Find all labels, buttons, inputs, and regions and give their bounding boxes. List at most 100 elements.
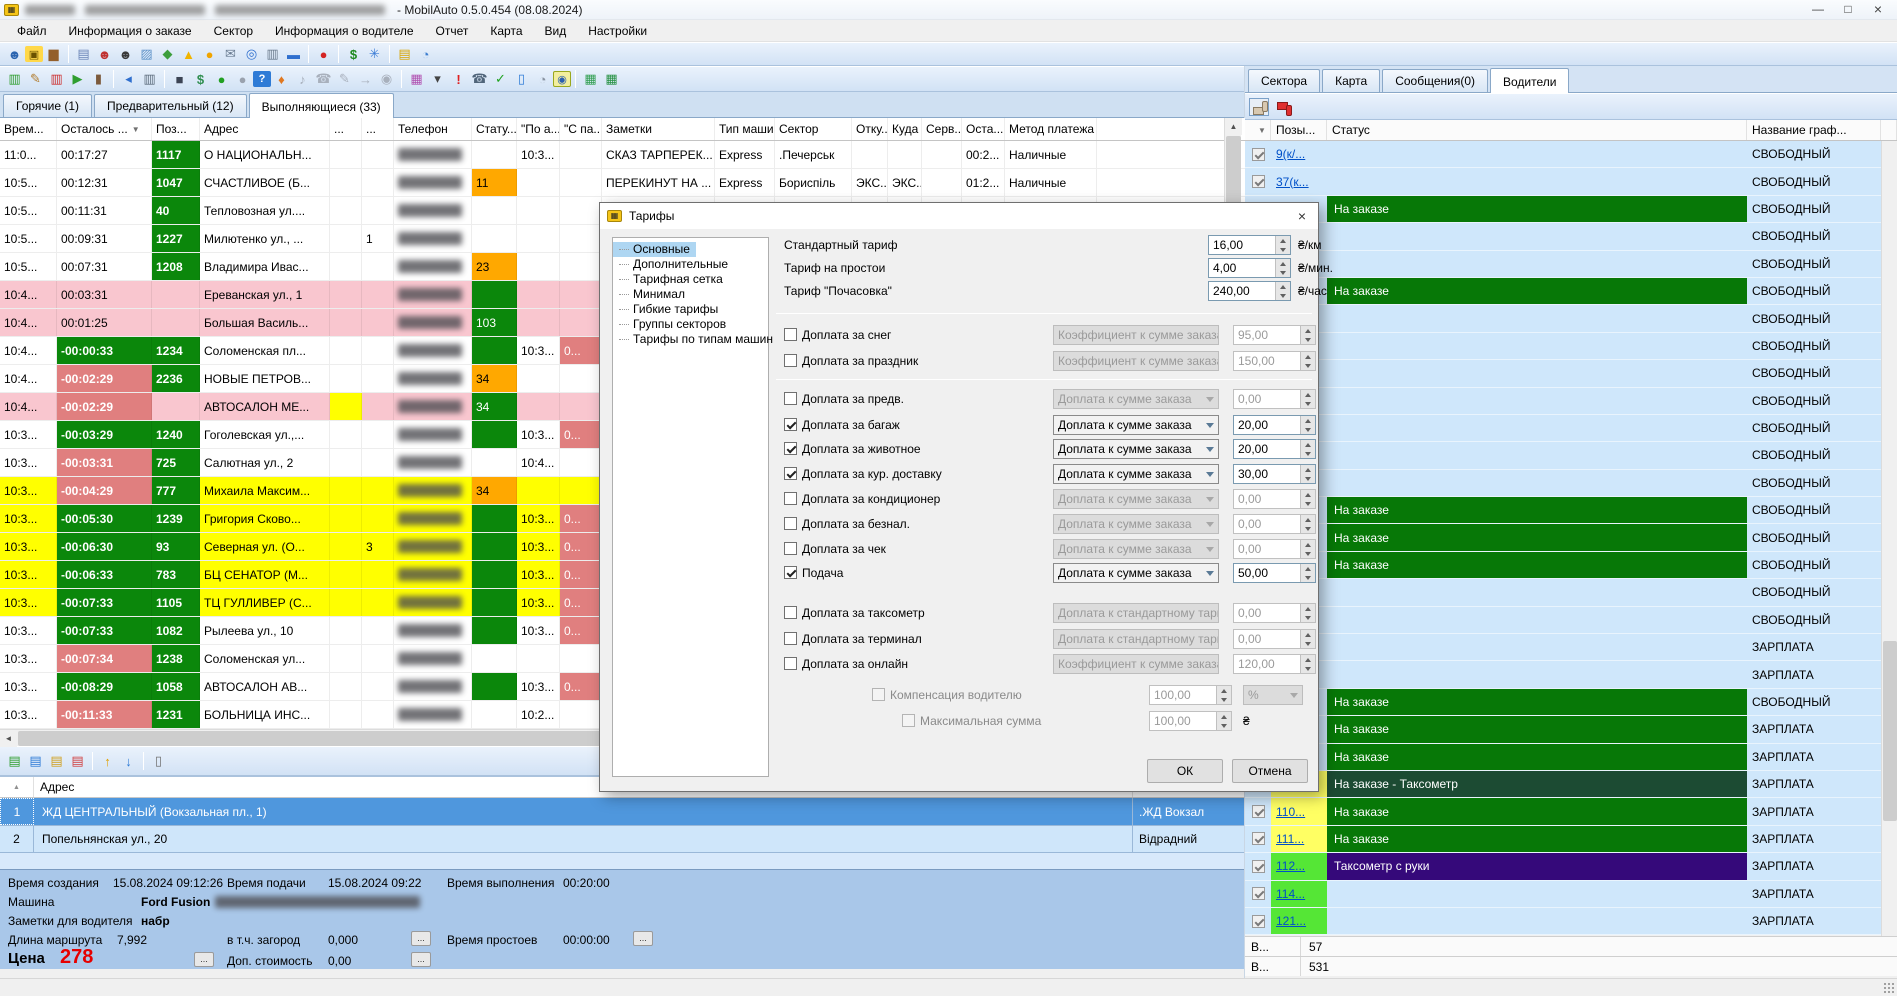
spin-up-icon[interactable] bbox=[1217, 686, 1231, 695]
spin-down-icon[interactable] bbox=[1301, 639, 1315, 648]
surcharge-input[interactable]: 95,00 bbox=[1233, 325, 1316, 345]
operator-red-icon[interactable]: ☻ bbox=[94, 44, 115, 64]
compensation-input[interactable]: 100,00 bbox=[1149, 685, 1232, 705]
tab--33-[interactable]: Выполняющиеся (33) bbox=[249, 93, 394, 118]
drivers-vscroll-thumb[interactable] bbox=[1883, 641, 1897, 821]
col-header-flag2[interactable]: ... bbox=[362, 118, 394, 140]
scroll-up-icon[interactable]: ▲ bbox=[1225, 118, 1242, 135]
surcharge-spinner[interactable] bbox=[1300, 440, 1315, 458]
col-header-payment[interactable]: Метод платежа bbox=[1005, 118, 1097, 140]
move-down-icon[interactable]: ↓ bbox=[118, 751, 139, 771]
check-green-icon[interactable]: ✓ bbox=[490, 69, 511, 89]
spin-down-icon[interactable] bbox=[1217, 695, 1231, 704]
col-header-to[interactable]: Куда bbox=[888, 118, 922, 140]
surcharge-mode-dropdown[interactable]: Доплата к стандартному тари bbox=[1053, 629, 1219, 649]
db-add-icon[interactable]: ▥ bbox=[4, 69, 25, 89]
surcharge-checkbox[interactable] bbox=[784, 542, 797, 555]
spin-up-icon[interactable] bbox=[1301, 630, 1315, 639]
drivers-vscrollbar[interactable] bbox=[1881, 141, 1897, 936]
surcharge-checkbox[interactable] bbox=[784, 606, 797, 619]
col-header-remaining2[interactable]: Оста... bbox=[962, 118, 1005, 140]
bell-orange-icon[interactable]: ♦ bbox=[271, 69, 292, 89]
driver-row[interactable]: СВОБОДНЫЙ bbox=[1245, 223, 1897, 250]
surcharge-checkbox[interactable] bbox=[784, 492, 797, 505]
surcharge-spinner[interactable] bbox=[1300, 490, 1315, 508]
surcharge-spinner[interactable] bbox=[1300, 515, 1315, 533]
spin-down-icon[interactable] bbox=[1301, 335, 1315, 344]
tools-icon[interactable]: ✳ bbox=[364, 44, 385, 64]
spin-down-icon[interactable] bbox=[1276, 245, 1290, 254]
surcharge-mode-dropdown[interactable]: Коэффициент к сумме заказа bbox=[1053, 654, 1219, 674]
briefcase-icon[interactable]: ▆ bbox=[43, 44, 64, 64]
driver-callsign-link[interactable]: 9(к/... bbox=[1276, 147, 1305, 161]
driver-row[interactable]: На заказеСВОБОДНЫЙ bbox=[1245, 524, 1897, 551]
surcharge-input[interactable]: 30,00 bbox=[1233, 464, 1316, 484]
driver-row[interactable]: 121...ЗАРПЛАТА bbox=[1245, 908, 1897, 935]
surcharge-input[interactable]: 0,00 bbox=[1233, 514, 1316, 534]
spin-down-icon[interactable] bbox=[1301, 425, 1315, 434]
surcharge-mode-dropdown[interactable]: Доплата к сумме заказа bbox=[1053, 489, 1219, 509]
surcharge-spinner[interactable] bbox=[1300, 390, 1315, 408]
spin-down-icon[interactable] bbox=[1301, 499, 1315, 508]
col-header-phone[interactable]: Телефон bbox=[394, 118, 472, 140]
col-header-status[interactable]: Стату... bbox=[472, 118, 517, 140]
surcharge-checkbox[interactable] bbox=[784, 517, 797, 530]
surcharge-spinner[interactable] bbox=[1300, 630, 1315, 648]
spin-up-icon[interactable] bbox=[1276, 259, 1290, 268]
drivers-sort-icon[interactable]: ▼ bbox=[1245, 120, 1271, 140]
surcharge-input[interactable]: 0,00 bbox=[1233, 603, 1316, 623]
driver-row[interactable]: На заказеСВОБОДНЫЙ bbox=[1245, 278, 1897, 305]
driver-row[interactable]: 114...ЗАРПЛАТА bbox=[1245, 881, 1897, 908]
surcharge-mode-dropdown[interactable]: Доплата к сумме заказа bbox=[1053, 439, 1219, 459]
zagorod-more-button[interactable]: ... bbox=[411, 931, 431, 946]
driver-row[interactable]: 108...На заказе - ТаксометрЗАРПЛАТА bbox=[1245, 771, 1897, 798]
spin-up-icon[interactable] bbox=[1301, 540, 1315, 549]
surcharge-spinner[interactable] bbox=[1300, 604, 1315, 622]
max-sum-input[interactable]: 100,00 bbox=[1149, 711, 1232, 731]
spin-up-icon[interactable] bbox=[1301, 490, 1315, 499]
driver-checkbox[interactable] bbox=[1252, 832, 1265, 845]
driver-checkbox[interactable] bbox=[1252, 175, 1265, 188]
address-remove-icon[interactable]: ▤ bbox=[67, 751, 88, 771]
surcharge-mode-dropdown[interactable]: Доплата к стандартному тари bbox=[1053, 603, 1219, 623]
col-header-flag1[interactable]: ... bbox=[330, 118, 362, 140]
surcharge-input[interactable]: 0,00 bbox=[1233, 629, 1316, 649]
spin-down-icon[interactable] bbox=[1301, 399, 1315, 408]
driver-row[interactable]: СВОБОДНЫЙ bbox=[1245, 415, 1897, 442]
tab--1-[interactable]: Горячие (1) bbox=[3, 94, 92, 117]
surcharge-checkbox[interactable] bbox=[784, 418, 797, 431]
tab--[interactable]: Сектора bbox=[1248, 69, 1320, 92]
circle-gray-icon[interactable]: ● bbox=[232, 69, 253, 89]
surcharge-spinner[interactable] bbox=[1300, 564, 1315, 582]
order-row[interactable]: 10:5...00:12:311047СЧАСТЛИВОЕ (Б...11ПЕР… bbox=[0, 169, 1245, 197]
driver-row[interactable]: 110...На заказеЗАРПЛАТА bbox=[1245, 798, 1897, 825]
pencil-gray-icon[interactable]: ✎ bbox=[334, 69, 355, 89]
surcharge-checkbox[interactable] bbox=[784, 354, 797, 367]
delete-address-icon[interactable]: ▯ bbox=[148, 751, 169, 771]
compensation-unit-dropdown[interactable]: % bbox=[1243, 685, 1303, 705]
tree-item--[interactable]: Тарифы по типам машин bbox=[613, 332, 768, 347]
driver-callsign-link[interactable]: 114... bbox=[1276, 887, 1305, 901]
col-header-sector[interactable]: Сектор bbox=[775, 118, 852, 140]
spin-down-icon[interactable] bbox=[1276, 268, 1290, 277]
mail-icon[interactable]: ✉ bbox=[220, 44, 241, 64]
surcharge-checkbox[interactable] bbox=[784, 392, 797, 405]
spin-up-icon[interactable] bbox=[1301, 352, 1315, 361]
driver-row[interactable]: СВОБОДНЫЙ bbox=[1245, 251, 1897, 278]
driver-checkbox[interactable] bbox=[1252, 860, 1265, 873]
driver-callsign-link[interactable]: 110... bbox=[1276, 805, 1305, 819]
driver-checkbox[interactable] bbox=[1252, 148, 1265, 161]
tree-item--[interactable]: Основные bbox=[613, 242, 696, 257]
tariff-spinner[interactable] bbox=[1275, 236, 1290, 254]
route-address-row[interactable]: 2Попельнянская ул., 20Відрадний bbox=[0, 826, 1244, 853]
map-image-icon[interactable]: ▨ bbox=[136, 44, 157, 64]
max-sum-checkbox[interactable] bbox=[902, 714, 915, 727]
puzzle-icon[interactable]: ◆ bbox=[157, 44, 178, 64]
compensation-spinner[interactable] bbox=[1216, 686, 1231, 704]
surcharge-spinner[interactable] bbox=[1300, 416, 1315, 434]
menu-вид[interactable]: Вид bbox=[534, 22, 578, 40]
driver-callsign-link[interactable]: 111... bbox=[1276, 832, 1304, 846]
thumb-up-icon[interactable] bbox=[1249, 98, 1269, 116]
surcharge-checkbox[interactable] bbox=[784, 657, 797, 670]
price-more-button[interactable]: ... bbox=[194, 952, 214, 967]
